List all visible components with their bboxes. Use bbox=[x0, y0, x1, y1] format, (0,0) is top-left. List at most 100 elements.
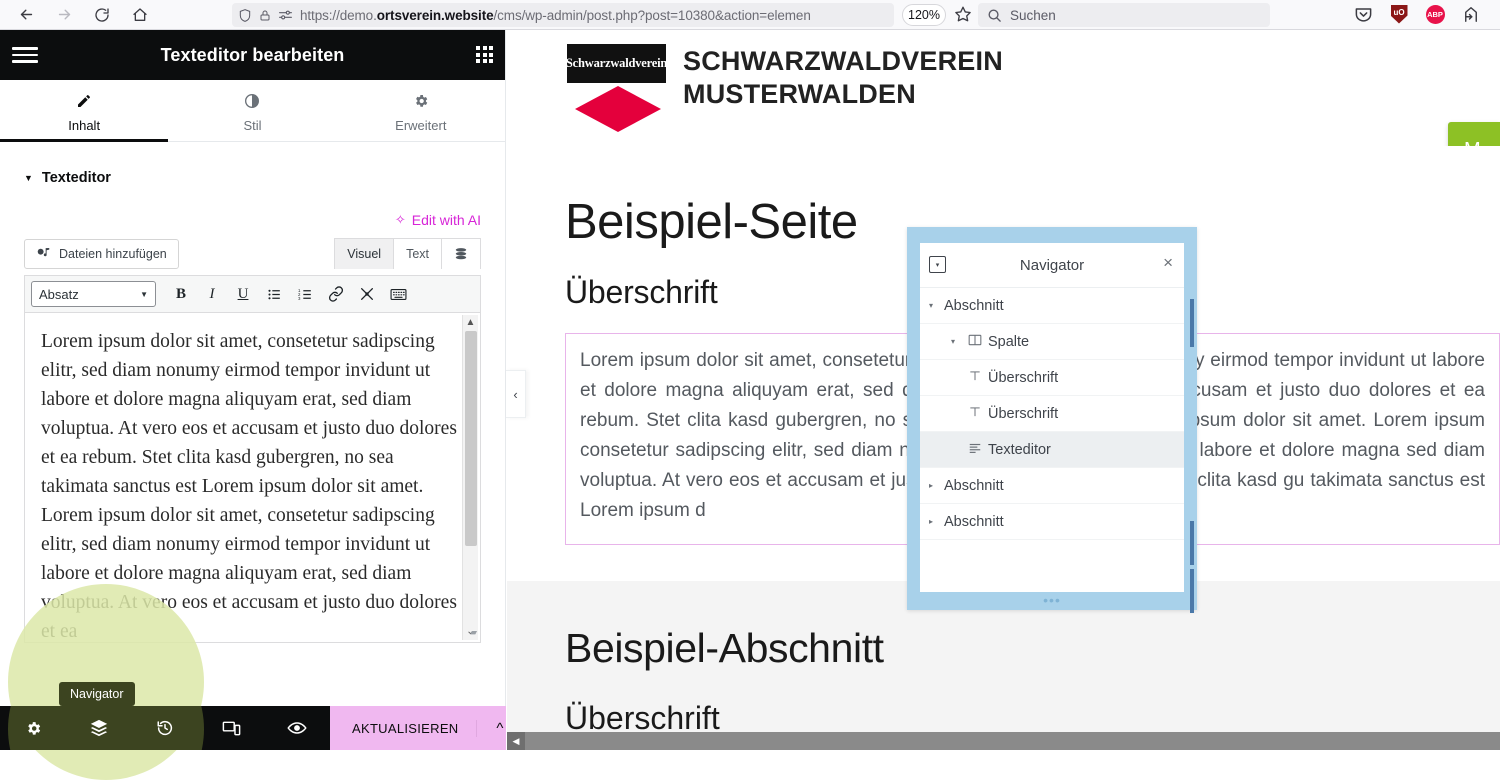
format-select-value: Absatz bbox=[39, 287, 79, 302]
tab-erweitert-label: Erweitert bbox=[395, 118, 446, 133]
svg-text:3: 3 bbox=[298, 296, 301, 301]
editor-text-area[interactable]: Lorem ipsum dolor sit amet, consetetur s… bbox=[24, 313, 481, 643]
address-bar[interactable]: https://demo.ortsverein.website/cms/wp-a… bbox=[232, 3, 894, 27]
navigator-window[interactable]: ▾ Navigator × ▾ Abschnitt ▾ Spalte Übers… bbox=[907, 227, 1197, 610]
numbered-list-button[interactable]: 123 bbox=[291, 280, 319, 308]
browser-toolbar: https://demo.ortsverein.website/cms/wp-a… bbox=[0, 0, 1500, 30]
edit-with-ai-button[interactable]: ✧ Edit with AI bbox=[395, 212, 481, 228]
bullet-list-button[interactable] bbox=[260, 280, 288, 308]
forward-arrow-icon[interactable] bbox=[48, 2, 80, 28]
chevron-right-icon[interactable]: ▸ bbox=[920, 481, 942, 490]
adblock-plus-icon[interactable]: ABP bbox=[1424, 2, 1446, 26]
pocket-icon[interactable] bbox=[1352, 2, 1374, 26]
sparkle-icon: ✧ bbox=[395, 212, 406, 228]
italic-button[interactable]: I bbox=[198, 280, 226, 308]
scroll-up-icon[interactable]: ▲ bbox=[463, 315, 478, 331]
navigator-titlebar[interactable]: ▾ Navigator × bbox=[920, 243, 1184, 288]
layers-icon[interactable] bbox=[442, 239, 480, 269]
tab-inhalt[interactable]: Inhalt bbox=[0, 80, 168, 141]
update-button-label: AKTUALISIEREN bbox=[330, 721, 476, 736]
ublock-origin-icon[interactable]: uO bbox=[1388, 2, 1410, 26]
resize-grip-icon[interactable]: ▰ bbox=[470, 626, 476, 639]
scroll-left-icon[interactable]: ◀ bbox=[507, 732, 525, 750]
navigator-item-ueberschrift-1[interactable]: Überschrift bbox=[920, 360, 1184, 396]
shield-icon bbox=[238, 8, 252, 23]
zoom-level-badge[interactable]: 120% bbox=[902, 4, 946, 26]
permissions-icon[interactable] bbox=[278, 8, 293, 22]
site-logo[interactable]: Schwarzwaldverein bbox=[567, 44, 666, 83]
tab-erweitert[interactable]: Erweitert bbox=[337, 80, 505, 141]
home-icon[interactable] bbox=[124, 2, 156, 28]
site-logo-text: Schwarzwaldverein bbox=[566, 56, 667, 71]
responsive-mode-icon[interactable] bbox=[198, 706, 264, 750]
dock-panel-icon[interactable]: ▾ bbox=[929, 256, 946, 273]
share-icon[interactable] bbox=[1460, 2, 1482, 26]
navigator-item-ueberschrift-2[interactable]: Überschrift bbox=[920, 396, 1184, 432]
chevron-down-icon: ▼ bbox=[140, 290, 148, 299]
navigator-item-texteditor[interactable]: Texteditor bbox=[920, 432, 1184, 468]
column-icon bbox=[964, 333, 986, 350]
reload-icon[interactable] bbox=[86, 2, 118, 28]
hamburger-menu-icon[interactable] bbox=[12, 44, 38, 66]
history-icon[interactable] bbox=[132, 706, 198, 750]
bold-button[interactable]: B bbox=[167, 280, 195, 308]
add-media-label: Dateien hinzufügen bbox=[59, 247, 167, 261]
navigator-edge-marker-3 bbox=[1190, 569, 1194, 613]
extension-icons: uO ABP bbox=[1352, 2, 1482, 26]
section-header-label: Texteditor bbox=[42, 170, 111, 186]
link-button[interactable] bbox=[322, 280, 350, 308]
navigator-item-label: Texteditor bbox=[986, 442, 1051, 458]
navigation-buttons bbox=[0, 2, 156, 28]
search-bar[interactable]: Suchen bbox=[978, 3, 1270, 27]
apps-grid-icon[interactable] bbox=[476, 46, 493, 63]
gear-icon bbox=[413, 93, 429, 112]
navigator-tree: ▾ Abschnitt ▾ Spalte Überschrift bbox=[920, 288, 1184, 540]
navigator-item-abschnitt-3[interactable]: ▸ Abschnitt bbox=[920, 504, 1184, 540]
underline-button[interactable]: U bbox=[229, 280, 257, 308]
navigator-icon[interactable] bbox=[66, 706, 132, 750]
panel-collapse-handle[interactable]: ‹ bbox=[506, 370, 526, 418]
lock-icon bbox=[259, 8, 271, 23]
chevron-down-icon[interactable]: ▾ bbox=[942, 337, 964, 346]
preview-horizontal-scrollbar[interactable]: ◀ bbox=[507, 732, 1500, 750]
tab-stil[interactable]: Stil bbox=[168, 80, 336, 141]
search-icon bbox=[987, 8, 1002, 23]
wp-editor: Dateien hinzufügen Visuel Text Absatz ▼ … bbox=[24, 234, 481, 643]
chevron-down-icon[interactable]: ▾ bbox=[920, 301, 942, 310]
tab-stil-label: Stil bbox=[243, 118, 261, 133]
scrollbar-thumb[interactable] bbox=[465, 331, 477, 546]
editor-format-toolbar: Absatz ▼ B I U 123 bbox=[24, 275, 481, 313]
bookmark-star-icon[interactable] bbox=[954, 5, 972, 28]
tab-text[interactable]: Text bbox=[394, 239, 442, 269]
footer-icons bbox=[0, 706, 330, 750]
editor-scrollbar[interactable]: ▲ ⌄ bbox=[462, 315, 478, 640]
chevron-up-icon[interactable]: ^ bbox=[476, 720, 506, 737]
tab-visuell[interactable]: Visuel bbox=[335, 239, 394, 269]
keyboard-shortcuts-button[interactable] bbox=[384, 280, 412, 308]
add-media-button[interactable]: Dateien hinzufügen bbox=[24, 239, 179, 269]
resize-grip-icon[interactable]: ••• bbox=[1043, 592, 1061, 608]
edit-with-ai-label: Edit with AI bbox=[412, 212, 481, 228]
editor-toolbar-top: Dateien hinzufügen Visuel Text bbox=[24, 234, 481, 275]
navigator-item-spalte[interactable]: ▾ Spalte bbox=[920, 324, 1184, 360]
navigator-title: Navigator bbox=[1020, 257, 1084, 274]
navigator-item-abschnitt-2[interactable]: ▸ Abschnitt bbox=[920, 468, 1184, 504]
navigator-item-abschnitt-1[interactable]: ▾ Abschnitt bbox=[920, 288, 1184, 324]
preview-icon[interactable] bbox=[264, 706, 330, 750]
navigator-item-label: Spalte bbox=[986, 334, 1029, 350]
fullscreen-button[interactable] bbox=[353, 280, 381, 308]
tab-inhalt-label: Inhalt bbox=[68, 118, 100, 133]
navigator-tooltip: Navigator bbox=[59, 682, 135, 706]
search-input[interactable]: Suchen bbox=[1010, 8, 1056, 23]
section-header-texteditor[interactable]: ▼ Texteditor bbox=[0, 154, 505, 202]
close-icon[interactable]: × bbox=[1163, 253, 1173, 273]
back-arrow-icon[interactable] bbox=[10, 2, 42, 28]
format-select[interactable]: Absatz ▼ bbox=[31, 281, 156, 307]
navigator-item-label: Abschnitt bbox=[942, 514, 1004, 530]
section2-subheading: Überschrift bbox=[565, 672, 1500, 737]
chevron-right-icon[interactable]: ▸ bbox=[920, 517, 942, 526]
settings-icon[interactable] bbox=[0, 706, 66, 750]
update-button[interactable]: AKTUALISIEREN ^ bbox=[330, 706, 506, 750]
site-title: SCHWARZWALDVEREIN MUSTERWALDEN bbox=[683, 45, 1003, 111]
site-header: Schwarzwaldverein SCHWARZWALDVEREIN MUST… bbox=[507, 30, 1500, 146]
